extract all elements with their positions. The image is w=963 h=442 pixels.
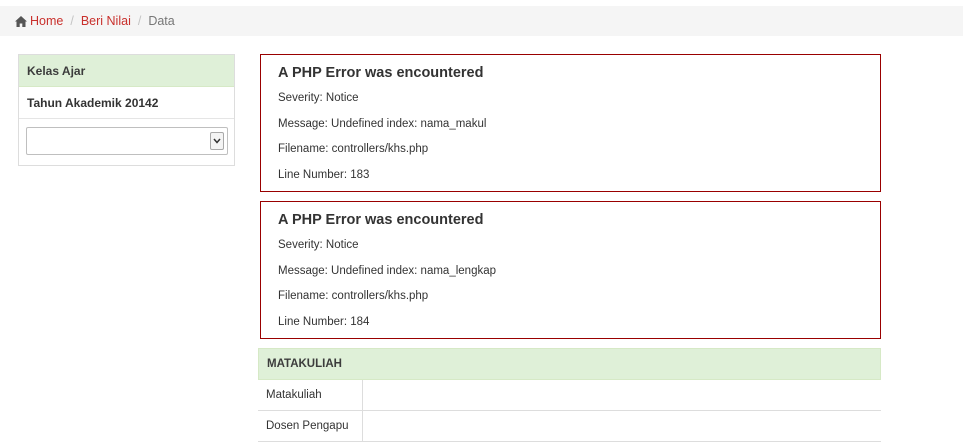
error-title: A PHP Error was encountered [278,212,484,228]
dosen-pengapu-label: Dosen Pengapu [258,411,363,441]
matakuliah-heading: MATAKULIAH [258,348,881,380]
breadcrumb-home-link[interactable]: Home [30,14,63,28]
error-filename: Filename: controllers/khs.php [278,290,429,302]
matakuliah-panel: MATAKULIAH Matakuliah Dosen Pengapu [258,348,881,442]
table-row: Matakuliah [258,380,881,411]
error-line-number: Line Number: 183 [278,168,370,181]
breadcrumb-separator: / [137,14,142,28]
php-error-box: A PHP Error was encountered Severity: No… [260,54,881,192]
error-message: Message: Undefined index: nama_makul [278,117,487,130]
kelas-select[interactable] [26,127,228,155]
table-row: Dosen Pengapu [258,411,881,442]
php-error-box: A PHP Error was encountered Severity: No… [260,201,881,339]
error-severity: Severity: Notice [278,92,359,104]
breadcrumb-separator: / [70,14,74,28]
error-filename: Filename: controllers/khs.php [278,143,429,155]
kelas-ajar-heading: Kelas Ajar [19,55,234,87]
error-severity: Severity: Notice [278,239,359,251]
error-message: Message: Undefined index: nama_lengkap [278,264,497,277]
error-line-number: Line Number: 184 [278,315,370,328]
dosen-pengapu-value [363,411,881,441]
breadcrumb-beri-nilai-link[interactable]: Beri Nilai [81,14,131,28]
matakuliah-value [363,380,881,410]
kelas-ajar-panel: Kelas Ajar Tahun Akademik 20142 [18,54,235,166]
error-title: A PHP Error was encountered [278,65,484,81]
academic-year-label: Tahun Akademik 20142 [19,87,234,119]
home-icon[interactable] [15,15,27,27]
chevron-down-icon[interactable] [210,132,224,150]
breadcrumb-current: Data [148,14,175,28]
matakuliah-label: Matakuliah [258,380,363,410]
breadcrumb: Home / Beri Nilai / Data [0,6,963,36]
